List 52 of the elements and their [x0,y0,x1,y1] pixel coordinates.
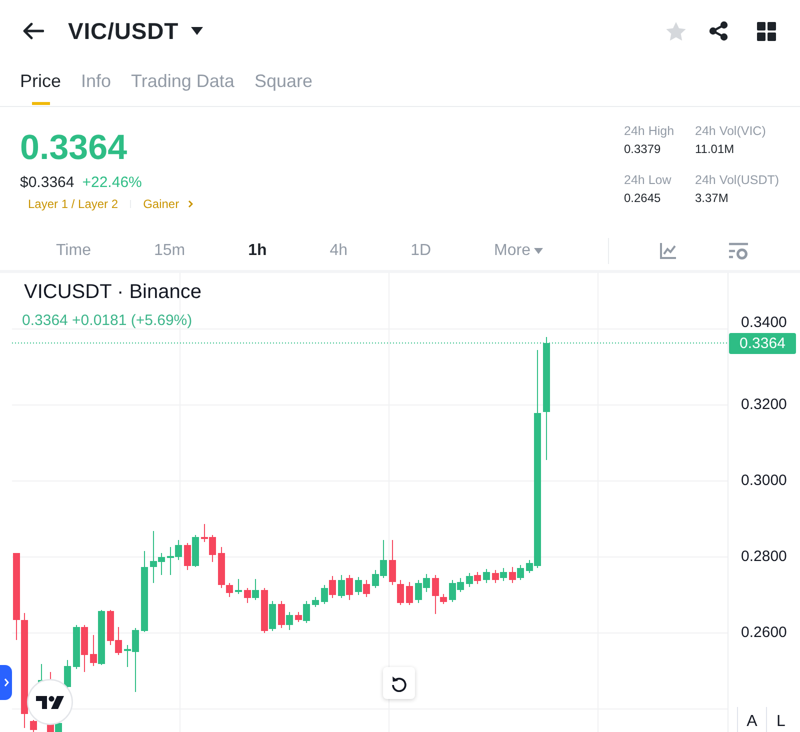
interval-option[interactable]: 15m [154,240,186,260]
category-tag[interactable]: Layer 1 / Layer 2 [28,196,118,212]
stat-label: 24h Vol(USDT) [695,172,780,189]
price-axis-label: 0.2600 [741,624,787,642]
interval-menu[interactable]: More [494,240,544,260]
tab[interactable]: Trading Data [131,62,234,106]
candle [30,720,37,732]
chart-title: VICUSDT · Binance [24,280,202,304]
settings-icon[interactable] [729,242,748,260]
interval-option[interactable]: 4h [330,240,348,260]
share-icon[interactable] [709,21,728,41]
last-price-tag: 0.3364 [729,333,796,354]
stat-label: 24h High [624,123,674,140]
pair-title[interactable]: VIC/USDT [68,17,179,45]
price-axis-label: 0.3400 [741,314,787,332]
stat-value: 0.3379 [624,141,661,158]
interval-option[interactable]: 1D [410,240,432,260]
price-axis-label: 0.3200 [741,396,787,414]
stat-label: 24h Low [624,172,672,189]
interval-option[interactable]: Time [56,240,91,260]
price-axis-label: 0.2800 [741,548,787,566]
tab[interactable]: Price [20,62,62,106]
star-icon[interactable] [666,22,686,40]
chevron-right-icon [188,200,194,208]
candle [235,579,242,594]
reset-button[interactable] [383,667,415,699]
candle [312,597,319,607]
chart-quote: 0.3364 +0.0181 (+5.69%) [22,312,192,330]
side-panel-toggle[interactable] [0,665,12,700]
grid-icon[interactable] [757,22,776,40]
caret-down-icon [534,248,544,254]
stat-label: 24h Vol(VIC) [695,123,766,140]
back-arrow-icon[interactable] [22,22,44,40]
last-price: 0.3364 [20,128,128,168]
price-axis-label: 0.3000 [741,472,787,490]
chevron-right-icon [4,678,8,687]
tab[interactable]: Info [81,62,112,106]
stat-value: 0.2645 [624,190,661,207]
logo-icon[interactable] [27,679,73,725]
candle [483,569,490,583]
fiat-price: $0.3364 [20,173,74,193]
candle [64,660,71,690]
tab[interactable]: Square [254,62,312,106]
stat-value: 11.01M [695,141,734,158]
price-change: +22.46% [82,173,142,193]
stat-value: 3.37M [695,190,728,207]
rotate-icon [391,674,407,692]
candle [406,582,413,605]
caret-down-icon[interactable] [190,27,203,35]
interval-option[interactable]: 1h [248,240,267,260]
line-chart-icon[interactable] [660,242,676,258]
tag-link[interactable]: Gainer [143,196,194,212]
